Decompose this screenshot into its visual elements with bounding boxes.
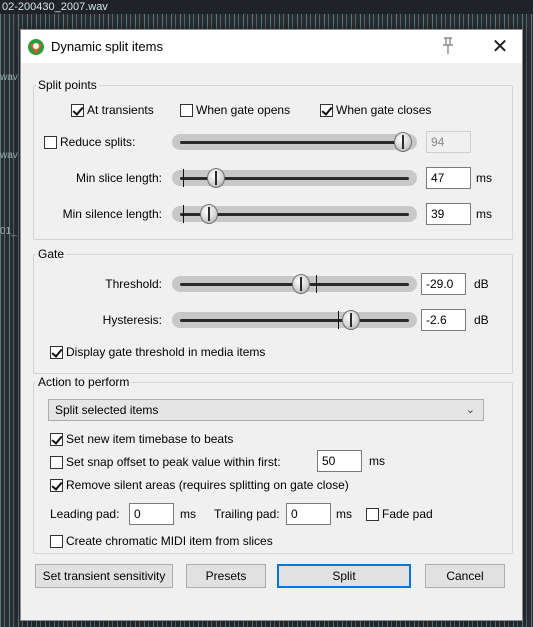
action-label: Action to perform <box>36 375 132 389</box>
display-threshold-checkbox[interactable]: Display gate threshold in media items <box>50 344 265 360</box>
threshold-label: Threshold: <box>105 277 162 291</box>
threshold-field[interactable]: -29.0 <box>421 273 466 295</box>
gate-opens-checkbox[interactable]: When gate opens <box>180 102 290 118</box>
background-item-label: wav <box>0 150 18 161</box>
gate-opens-label: When gate opens <box>196 103 291 117</box>
timebase-checkbox[interactable]: Set new item timebase to beats <box>50 431 233 447</box>
gate-group: Gate Threshold: -29.0 dB Hysteresis: -2.… <box>33 247 513 374</box>
leading-pad-field[interactable]: 0 <box>129 503 174 525</box>
min-slice-slider[interactable] <box>172 166 417 190</box>
gate-label: Gate <box>36 247 67 261</box>
cancel-button[interactable]: Cancel <box>425 564 505 588</box>
reduce-splits-checkbox[interactable]: Reduce splits: <box>44 134 135 150</box>
fade-pad-checkbox[interactable]: Fade pad <box>366 506 433 522</box>
action-group: Action to perform Split selected items ⌄… <box>33 375 513 554</box>
at-transients-label: At transients <box>87 103 154 117</box>
hysteresis-field[interactable]: -2.6 <box>421 309 466 331</box>
remove-silent-checkbox[interactable]: Remove silent areas (requires splitting … <box>50 477 349 493</box>
hysteresis-thumb[interactable] <box>341 310 360 330</box>
remove-silent-label: Remove silent areas (requires splitting … <box>66 478 349 492</box>
min-slice-field[interactable]: 47 <box>426 167 471 189</box>
trailing-pad-label: Trailing pad: <box>214 507 280 521</box>
trailing-pad-field[interactable]: 0 <box>286 503 331 525</box>
reduce-splits-label: Reduce splits: <box>60 135 136 149</box>
transient-sensitivity-button[interactable]: Set transient sensitivity <box>35 564 173 588</box>
gate-opens-box[interactable] <box>180 103 193 117</box>
fade-pad-box[interactable] <box>366 507 379 521</box>
dynamic-split-dialog: Dynamic split items ✕ Split points At tr… <box>20 29 523 621</box>
reduce-splits-slider[interactable] <box>172 130 417 154</box>
remove-silent-box[interactable] <box>50 478 63 492</box>
at-transients-box[interactable] <box>71 103 84 117</box>
min-silence-unit: ms <box>476 207 492 221</box>
gate-closes-box[interactable] <box>320 103 333 117</box>
background-track-title: 02-200430_2007.wav <box>0 0 533 14</box>
chromatic-midi-box[interactable] <box>50 534 63 548</box>
min-silence-thumb[interactable] <box>200 204 218 224</box>
snap-offset-unit: ms <box>369 454 385 468</box>
min-slice-label: Min slice length: <box>75 171 162 185</box>
leading-pad-unit: ms <box>180 507 196 521</box>
reaper-logo-icon <box>28 39 44 55</box>
trailing-pad-unit: ms <box>336 507 352 521</box>
timebase-label: Set new item timebase to beats <box>66 432 234 446</box>
timebase-box[interactable] <box>50 432 63 446</box>
chevron-down-icon: ⌄ <box>465 404 475 416</box>
dialog-title: Dynamic split items <box>51 39 163 54</box>
pin-icon[interactable] <box>439 36 457 56</box>
at-transients-checkbox[interactable]: At transients <box>71 102 154 118</box>
split-button[interactable]: Split <box>277 564 411 588</box>
chromatic-midi-label: Create chromatic MIDI item from slices <box>66 534 273 548</box>
background-item-label: 01_ <box>0 226 17 237</box>
min-slice-unit: ms <box>476 171 492 185</box>
snap-offset-field[interactable]: 50 <box>317 450 362 472</box>
min-slice-thumb[interactable] <box>206 168 225 188</box>
snap-offset-checkbox[interactable]: Set snap offset to peak value within fir… <box>50 454 281 470</box>
min-silence-slider[interactable] <box>172 202 417 226</box>
dialog-titlebar[interactable]: Dynamic split items ✕ <box>21 30 522 63</box>
snap-offset-box[interactable] <box>50 455 63 469</box>
min-silence-label: Min silence length: <box>62 207 162 221</box>
split-points-label: Split points <box>36 78 99 92</box>
background-item-label: wav <box>0 72 18 83</box>
display-threshold-box[interactable] <box>50 345 63 359</box>
hysteresis-unit: dB <box>474 313 489 327</box>
action-select-value: Split selected items <box>55 403 159 417</box>
threshold-slider[interactable] <box>172 272 417 296</box>
presets-button[interactable]: Presets <box>186 564 266 588</box>
reduce-splits-field[interactable]: 94 <box>426 131 471 153</box>
display-threshold-label: Display gate threshold in media items <box>66 345 266 359</box>
min-silence-field[interactable]: 39 <box>426 203 471 225</box>
threshold-unit: dB <box>474 277 489 291</box>
gate-closes-label: When gate closes <box>336 103 432 117</box>
split-points-group: Split points At transients When gate ope… <box>33 78 513 240</box>
chromatic-midi-checkbox[interactable]: Create chromatic MIDI item from slices <box>50 533 273 549</box>
hysteresis-label: Hysteresis: <box>102 313 162 327</box>
close-icon[interactable]: ✕ <box>489 36 511 58</box>
snap-offset-label: Set snap offset to peak value within fir… <box>66 455 281 469</box>
fade-pad-label: Fade pad <box>382 507 433 521</box>
action-select[interactable]: Split selected items ⌄ <box>48 399 484 421</box>
gate-closes-checkbox[interactable]: When gate closes <box>320 102 431 118</box>
reduce-splits-thumb[interactable] <box>393 132 412 152</box>
reduce-splits-box[interactable] <box>44 135 57 149</box>
leading-pad-label: Leading pad: <box>50 507 120 521</box>
hysteresis-slider[interactable] <box>172 308 417 332</box>
